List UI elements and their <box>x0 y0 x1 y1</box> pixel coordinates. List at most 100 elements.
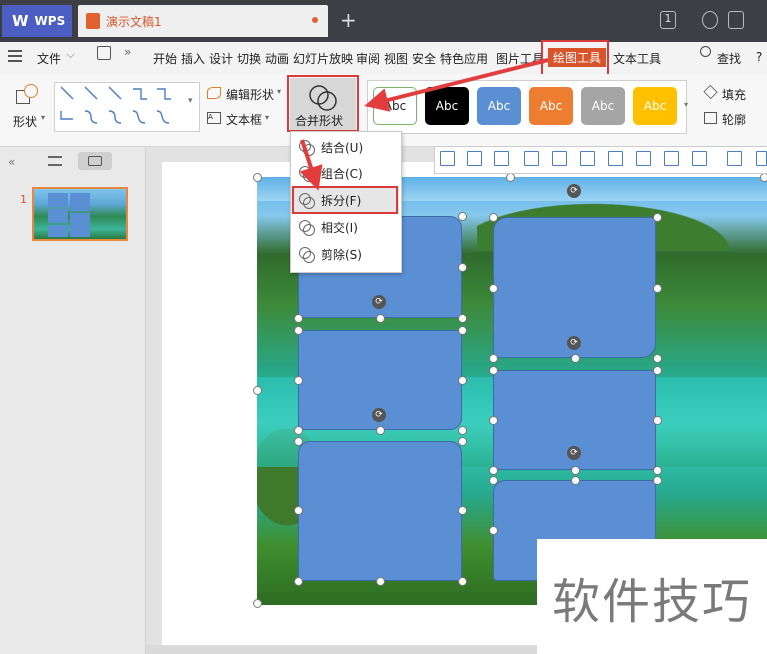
style-gallery-expand-icon[interactable]: ▾ <box>684 100 688 109</box>
shape-label[interactable]: 形状 <box>13 113 37 130</box>
distribute-horizontal-icon[interactable] <box>608 151 623 166</box>
resize-handle[interactable] <box>489 213 498 222</box>
resize-handle[interactable] <box>294 376 303 385</box>
help-button[interactable]: ? <box>755 48 763 66</box>
resize-handle[interactable] <box>506 173 515 182</box>
window-mode-icon[interactable] <box>728 11 744 29</box>
style-preset-6[interactable]: Abc <box>633 87 677 125</box>
edit-shape-icon[interactable] <box>207 87 221 99</box>
edit-shape-button[interactable]: 编辑形状 <box>226 86 274 103</box>
resize-handle[interactable] <box>489 526 498 535</box>
merge-union-item[interactable]: 结合(U) <box>291 134 399 160</box>
resize-handle[interactable] <box>458 437 467 446</box>
menu-file[interactable]: 文件 <box>36 48 62 69</box>
skin-icon[interactable] <box>702 11 718 29</box>
gallery-scroll-icon[interactable]: ▾ <box>188 96 193 106</box>
resize-handle[interactable] <box>489 476 498 485</box>
resize-handle[interactable] <box>376 577 385 586</box>
slide-view-tab[interactable] <box>78 152 112 170</box>
search-icon[interactable] <box>700 46 711 57</box>
resize-handle[interactable] <box>760 173 767 182</box>
menu-slideshow[interactable]: 幻灯片放映 <box>292 48 354 69</box>
merge-intersect-item[interactable]: 相交(I) <box>291 214 399 240</box>
hamburger-menu-icon[interactable] <box>8 50 22 62</box>
merge-subtract-item[interactable]: 剪除(S) <box>291 241 399 267</box>
resize-handle[interactable] <box>489 284 498 293</box>
menu-home[interactable]: 开始 <box>152 48 178 69</box>
outline-button[interactable]: 轮廓 <box>722 111 746 128</box>
menu-transition[interactable]: 切换 <box>236 48 262 69</box>
menu-picture-tools[interactable]: 图片工具 <box>495 48 545 69</box>
resize-handle[interactable] <box>489 416 498 425</box>
style-preset-3[interactable]: Abc <box>477 87 521 125</box>
align-top-icon[interactable] <box>524 151 539 166</box>
resize-handle[interactable] <box>294 314 303 323</box>
resize-handle[interactable] <box>489 366 498 375</box>
rotate-handle-icon[interactable]: ⟳ <box>372 408 386 422</box>
resize-handle[interactable] <box>489 354 498 363</box>
resize-handle[interactable] <box>571 354 580 363</box>
menu-features[interactable]: 特色应用 <box>439 48 489 69</box>
resize-handle[interactable] <box>253 386 262 395</box>
style-preset-4[interactable]: Abc <box>529 87 573 125</box>
resize-handle[interactable] <box>458 212 467 221</box>
menu-animation[interactable]: 动画 <box>264 48 290 69</box>
align-center-icon[interactable] <box>467 151 482 166</box>
resize-handle[interactable] <box>458 314 467 323</box>
resize-handle[interactable] <box>376 314 385 323</box>
resize-handle[interactable] <box>458 426 467 435</box>
style-preset-2[interactable]: Abc <box>425 87 469 125</box>
align-bottom-icon[interactable] <box>580 151 595 166</box>
resize-handle[interactable] <box>294 437 303 446</box>
align-middle-icon[interactable] <box>552 151 567 166</box>
edit-shape-dropdown-icon[interactable]: ▾ <box>277 87 281 96</box>
fill-button[interactable]: 填充 <box>722 86 746 103</box>
resize-handle[interactable] <box>653 366 662 375</box>
shape-tool-icon[interactable] <box>16 84 40 106</box>
more-commands-icon[interactable]: » <box>124 45 131 59</box>
distribute-vertical-icon[interactable] <box>636 151 651 166</box>
more-align-icon[interactable] <box>756 151 767 166</box>
resize-handle[interactable] <box>294 577 303 586</box>
search-label[interactable]: 查找 <box>716 48 742 69</box>
file-dropdown-icon[interactable]: ⌵ <box>66 47 75 62</box>
style-preset-5[interactable]: Abc <box>581 87 625 125</box>
align-left-icon[interactable] <box>440 151 455 166</box>
resize-handle[interactable] <box>376 426 385 435</box>
shape-dropdown-icon[interactable]: ▾ <box>41 113 45 122</box>
collapse-panel-icon[interactable]: « <box>8 155 15 169</box>
resize-handle[interactable] <box>294 506 303 515</box>
slide-thumbnail[interactable] <box>32 187 128 241</box>
resize-handle[interactable] <box>253 173 262 182</box>
menu-design[interactable]: 设计 <box>208 48 234 69</box>
merge-combine-item[interactable]: 组合(C) <box>291 160 399 186</box>
rotate-handle-icon[interactable]: ⟳ <box>567 336 581 350</box>
menu-view[interactable]: 视图 <box>383 48 409 69</box>
resize-handle[interactable] <box>653 466 662 475</box>
resize-handle[interactable] <box>489 466 498 475</box>
resize-handle[interactable] <box>653 284 662 293</box>
resize-handle[interactable] <box>571 466 580 475</box>
resize-handle[interactable] <box>458 577 467 586</box>
resize-handle[interactable] <box>653 213 662 222</box>
textbox-icon[interactable]: A <box>207 112 221 124</box>
resize-handle[interactable] <box>653 354 662 363</box>
add-tab-button[interactable]: + <box>340 8 357 32</box>
save-icon[interactable] <box>97 46 111 60</box>
menu-text-tools[interactable]: 文本工具 <box>612 48 662 69</box>
wps-home-tab[interactable]: W WPS <box>2 5 72 37</box>
document-tab[interactable]: 演示文稿1 <box>78 5 328 37</box>
menu-security[interactable]: 安全 <box>411 48 437 69</box>
outline-view-icon[interactable] <box>48 156 62 166</box>
textbox-button[interactable]: 文本框 <box>226 111 262 128</box>
resize-handle[interactable] <box>458 376 467 385</box>
resize-handle[interactable] <box>294 426 303 435</box>
align-right-icon[interactable] <box>494 151 509 166</box>
split-shape-3[interactable] <box>298 441 462 581</box>
equal-spacing-icon[interactable] <box>664 151 679 166</box>
same-size-icon[interactable] <box>692 151 707 166</box>
resize-handle[interactable] <box>653 416 662 425</box>
group-icon[interactable] <box>727 151 742 166</box>
page-count-badge[interactable]: 1 <box>660 11 676 29</box>
menu-review[interactable]: 审阅 <box>355 48 381 69</box>
